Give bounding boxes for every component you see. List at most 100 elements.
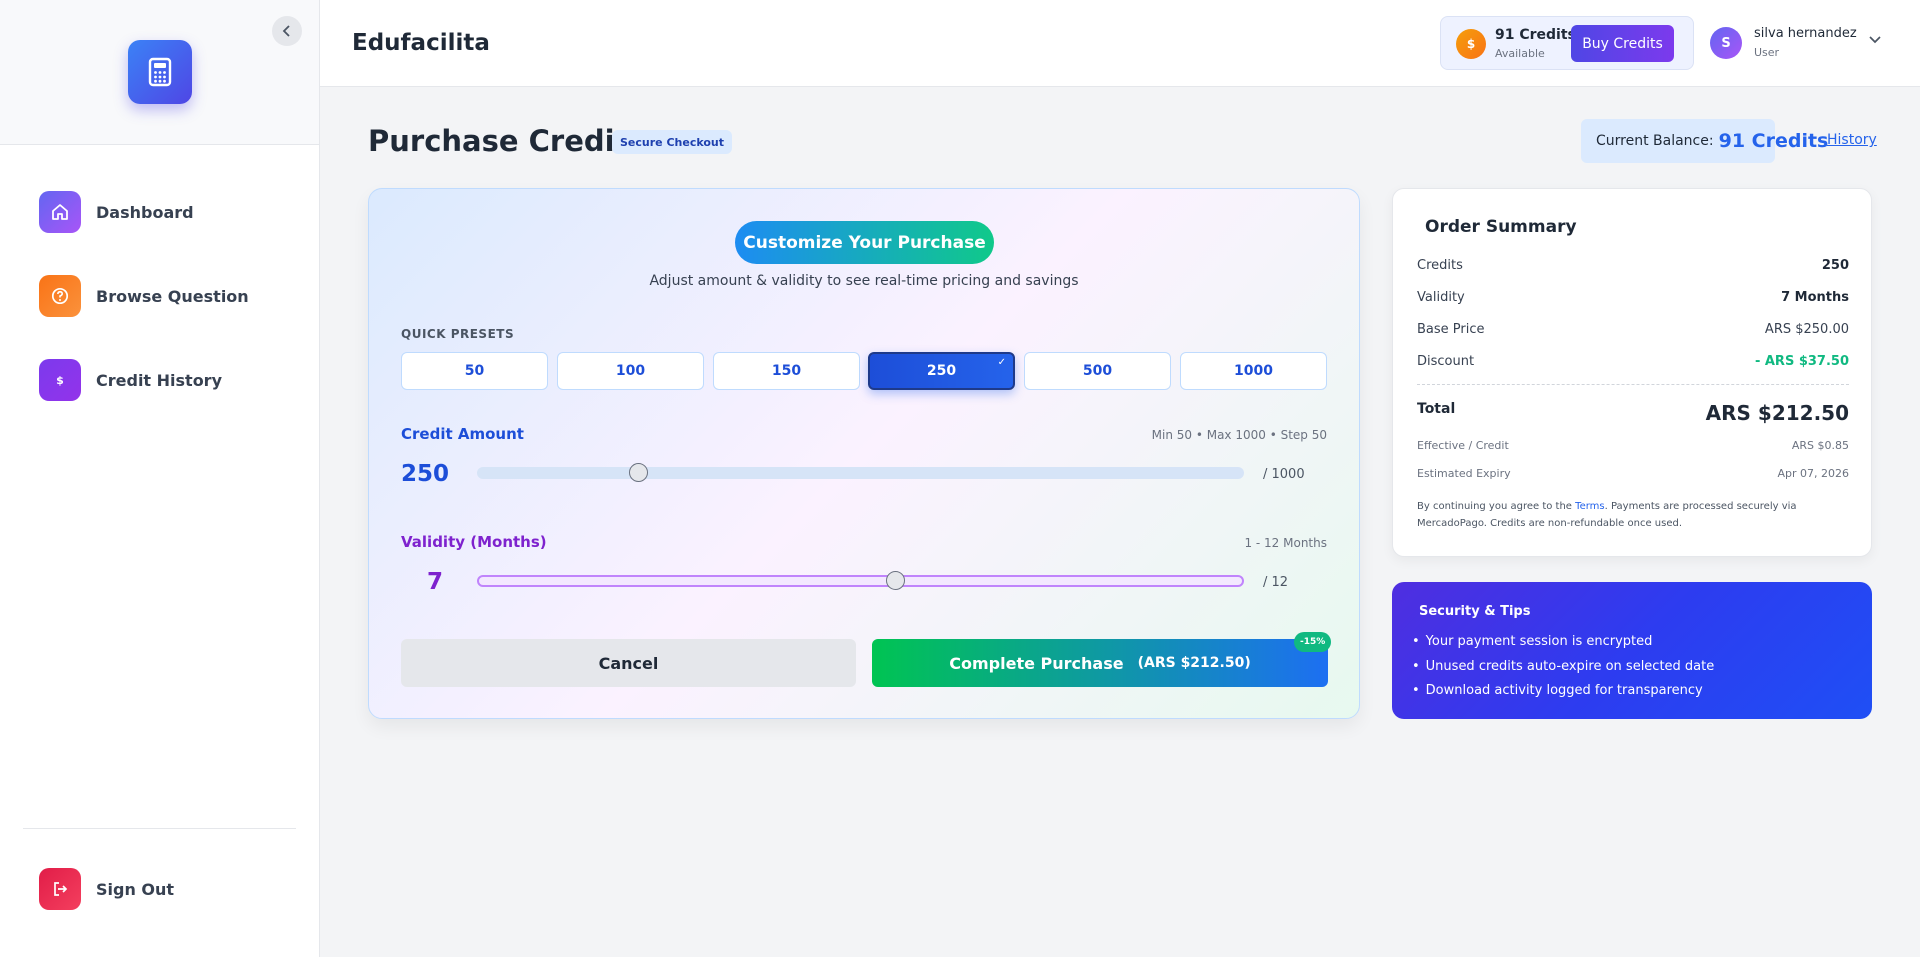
sign-out-section: Sign Out <box>0 867 319 951</box>
summary-value: ARS $0.85 <box>1791 439 1849 452</box>
balance-label: Current Balance: <box>1596 133 1714 149</box>
question-circle-icon <box>39 275 81 317</box>
credit-amount-range: Min 50 • Max 1000 • Step 50 <box>1151 428 1327 442</box>
tip-item: Unused credits auto-expire on selected d… <box>1412 655 1715 680</box>
complete-purchase-button[interactable]: Complete Purchase (ARS $212.50) <box>872 639 1328 687</box>
sidebar-item-label: Browse Question <box>96 286 249 306</box>
preset-button[interactable]: 150 <box>713 352 860 390</box>
summary-value: 250 <box>1821 258 1849 273</box>
sign-out-button[interactable]: Sign Out <box>0 867 319 911</box>
preset-label: 250 <box>926 363 957 379</box>
balance-value: 91 Credits <box>1718 130 1829 152</box>
summary-value: 7 Months <box>1781 290 1849 305</box>
avatar: S <box>1710 27 1742 59</box>
sidebar-item-label: Dashboard <box>96 202 194 222</box>
preset-button[interactable]: 50 <box>401 352 548 390</box>
user-name: silva hernandez <box>1754 26 1857 41</box>
cancel-button[interactable]: Cancel <box>401 639 856 687</box>
collapse-sidebar-button[interactable] <box>272 16 302 46</box>
preset-button[interactable]: 100 <box>557 352 704 390</box>
dollar-icon: $ <box>39 359 81 401</box>
summary-row-discount: Discount - ARS $37.50 <box>1417 354 1849 369</box>
sidebar-item-dashboard[interactable]: Dashboard <box>0 190 319 234</box>
history-link[interactable]: History <box>1827 132 1877 148</box>
summary-value: - ARS $37.50 <box>1754 354 1849 369</box>
summary-label: Effective / Credit <box>1417 439 1509 452</box>
calculator-logo-icon[interactable] <box>128 40 192 104</box>
customize-purchase-pill: Customize Your Purchase <box>735 221 994 264</box>
validity-range: 1 - 12 Months <box>1244 536 1327 550</box>
preset-button-selected[interactable]: 250 ✓ <box>868 352 1015 390</box>
tip-item: Download activity logged for transparenc… <box>1412 679 1714 704</box>
user-menu[interactable]: S silva hernandez User <box>1710 16 1900 70</box>
terms-text: By continuing you agree to the Terms. Pa… <box>1417 498 1817 532</box>
buy-credits-button[interactable]: Buy Credits <box>1571 25 1674 62</box>
credit-balance-widget: $ 91 Credits Available Buy Credits <box>1440 16 1694 70</box>
sidebar-divider <box>23 828 296 829</box>
summary-total-value: ARS $212.50 <box>1705 401 1849 425</box>
validity-slider[interactable] <box>477 571 1244 590</box>
sign-out-label: Sign Out <box>96 879 175 899</box>
summary-divider <box>1417 384 1849 385</box>
preset-label: 1000 <box>1234 363 1273 379</box>
top-header: Edufacilita $ 91 Credits Available Buy C… <box>320 0 1920 87</box>
sidebar-item-credit-history[interactable]: $ Credit History <box>0 358 319 402</box>
sidebar-header <box>0 0 319 145</box>
discount-badge: -15% <box>1294 632 1332 652</box>
preset-label: 100 <box>615 363 646 379</box>
sidebar-item-label: Credit History <box>96 370 222 390</box>
summary-row-credits: Credits 250 <box>1417 258 1849 273</box>
home-icon <box>39 191 81 233</box>
validity-max: / 12 <box>1263 575 1289 590</box>
tip-item: Your payment session is encrypted <box>1412 630 1714 655</box>
preset-label: 50 <box>464 363 485 379</box>
summary-row-total: Total ARS $212.50 <box>1417 401 1849 425</box>
credit-amount-slider-thumb[interactable] <box>629 463 649 482</box>
summary-row-base-price: Base Price ARS $250.00 <box>1417 322 1849 337</box>
coin-icon: $ <box>1456 29 1486 59</box>
credit-amount-value: 250 <box>400 461 449 487</box>
terms-before: By continuing you agree to the <box>1417 501 1572 512</box>
complete-purchase-label: Complete Purchase <box>949 653 1124 673</box>
page-title: Purchase Credits <box>368 124 646 158</box>
summary-label: Discount <box>1417 354 1475 369</box>
sidebar: Dashboard Browse Question $ Credit Histo… <box>0 0 320 957</box>
credit-available-label: Available <box>1495 47 1545 60</box>
sidebar-item-browse-question[interactable]: Browse Question <box>0 274 319 318</box>
tips-list: Your payment session is encrypted Unused… <box>1412 630 1715 704</box>
security-tips-card: Security & Tips Your payment session is … <box>1392 582 1872 719</box>
summary-label: Base Price <box>1417 322 1485 337</box>
credit-amount-max: / 1000 <box>1263 467 1305 482</box>
preset-button[interactable]: 500 <box>1024 352 1171 390</box>
credit-count: 91 Credits <box>1495 27 1576 43</box>
summary-value: ARS $250.00 <box>1764 322 1849 337</box>
summary-label: Credits <box>1417 258 1463 273</box>
secure-checkout-badge: Secure Checkout <box>612 130 733 154</box>
summary-label: Estimated Expiry <box>1417 467 1511 480</box>
validity-slider-thumb[interactable] <box>886 571 906 590</box>
current-balance: Current Balance: 91 Credits <box>1581 119 1828 163</box>
complete-purchase-amount: (ARS $212.50) <box>1137 655 1251 671</box>
summary-label: Validity <box>1417 290 1465 305</box>
quick-presets-label: QUICK PRESETS <box>401 327 515 341</box>
preset-label: 150 <box>771 363 802 379</box>
summary-label: Total <box>1417 401 1456 417</box>
chevron-down-icon[interactable] <box>1868 30 1882 49</box>
summary-row-effective: Effective / Credit ARS $0.85 <box>1417 439 1849 452</box>
summary-value: Apr 07, 2026 <box>1777 467 1849 480</box>
validity-value: 7 <box>426 569 443 595</box>
preset-button[interactable]: 1000 <box>1180 352 1327 390</box>
terms-link[interactable]: Terms <box>1575 501 1604 512</box>
credit-amount-label: Credit Amount <box>401 425 524 443</box>
sidebar-nav: Dashboard Browse Question $ Credit Histo… <box>0 190 319 442</box>
summary-row-expiry: Estimated Expiry Apr 07, 2026 <box>1417 467 1849 480</box>
tips-title: Security & Tips <box>1419 604 1531 619</box>
brand-name: Edufacilita <box>352 30 490 56</box>
order-summary-card: Order Summary Credits 250 Validity 7 Mon… <box>1392 188 1872 557</box>
validity-label: Validity (Months) <box>401 533 547 551</box>
summary-row-validity: Validity 7 Months <box>1417 290 1849 305</box>
purchase-card: Customize Your Purchase Adjust amount & … <box>368 188 1360 719</box>
chevron-left-icon <box>282 25 290 37</box>
preset-group: 50 100 150 250 ✓ 500 1000 <box>401 352 1328 390</box>
credit-amount-slider[interactable] <box>477 463 1244 482</box>
